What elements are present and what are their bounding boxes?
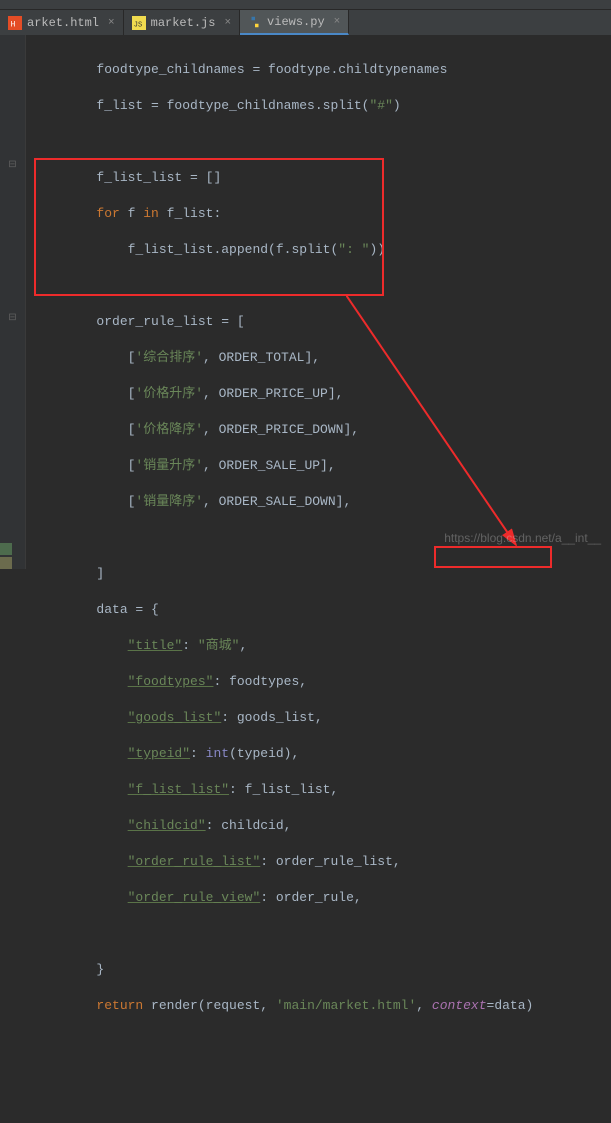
title-bar <box>0 0 611 10</box>
editor-area: ⊟ ⊟ foodtype_childnames = foodtype.child… <box>0 35 611 569</box>
editor-tabs: H arket.html × JS market.js × views.py × <box>0 10 611 35</box>
fold-icon[interactable]: ⊟ <box>0 310 25 328</box>
tab-views-py[interactable]: views.py × <box>240 10 349 35</box>
fold-icon[interactable]: ⊟ <box>0 157 25 175</box>
tab-label: arket.html <box>27 16 99 30</box>
svg-text:H: H <box>11 20 16 29</box>
html-icon: H <box>8 16 22 30</box>
code-content[interactable]: foodtype_childnames = foodtype.childtype… <box>26 35 611 569</box>
python-icon <box>248 15 262 29</box>
watermark: https://blog.csdn.net/a__int__ <box>444 531 601 545</box>
close-icon[interactable]: × <box>224 17 231 29</box>
tab-arket-html[interactable]: H arket.html × <box>0 10 124 35</box>
tab-label: market.js <box>151 16 216 30</box>
close-icon[interactable]: × <box>108 17 115 29</box>
js-icon: JS <box>132 16 146 30</box>
status-indicator <box>0 543 12 555</box>
tab-market-js[interactable]: JS market.js × <box>124 10 240 35</box>
status-indicator <box>0 557 12 569</box>
svg-text:JS: JS <box>133 21 141 29</box>
close-icon[interactable]: × <box>334 16 341 28</box>
gutter: ⊟ ⊟ <box>0 35 26 569</box>
tab-label: views.py <box>267 15 325 29</box>
